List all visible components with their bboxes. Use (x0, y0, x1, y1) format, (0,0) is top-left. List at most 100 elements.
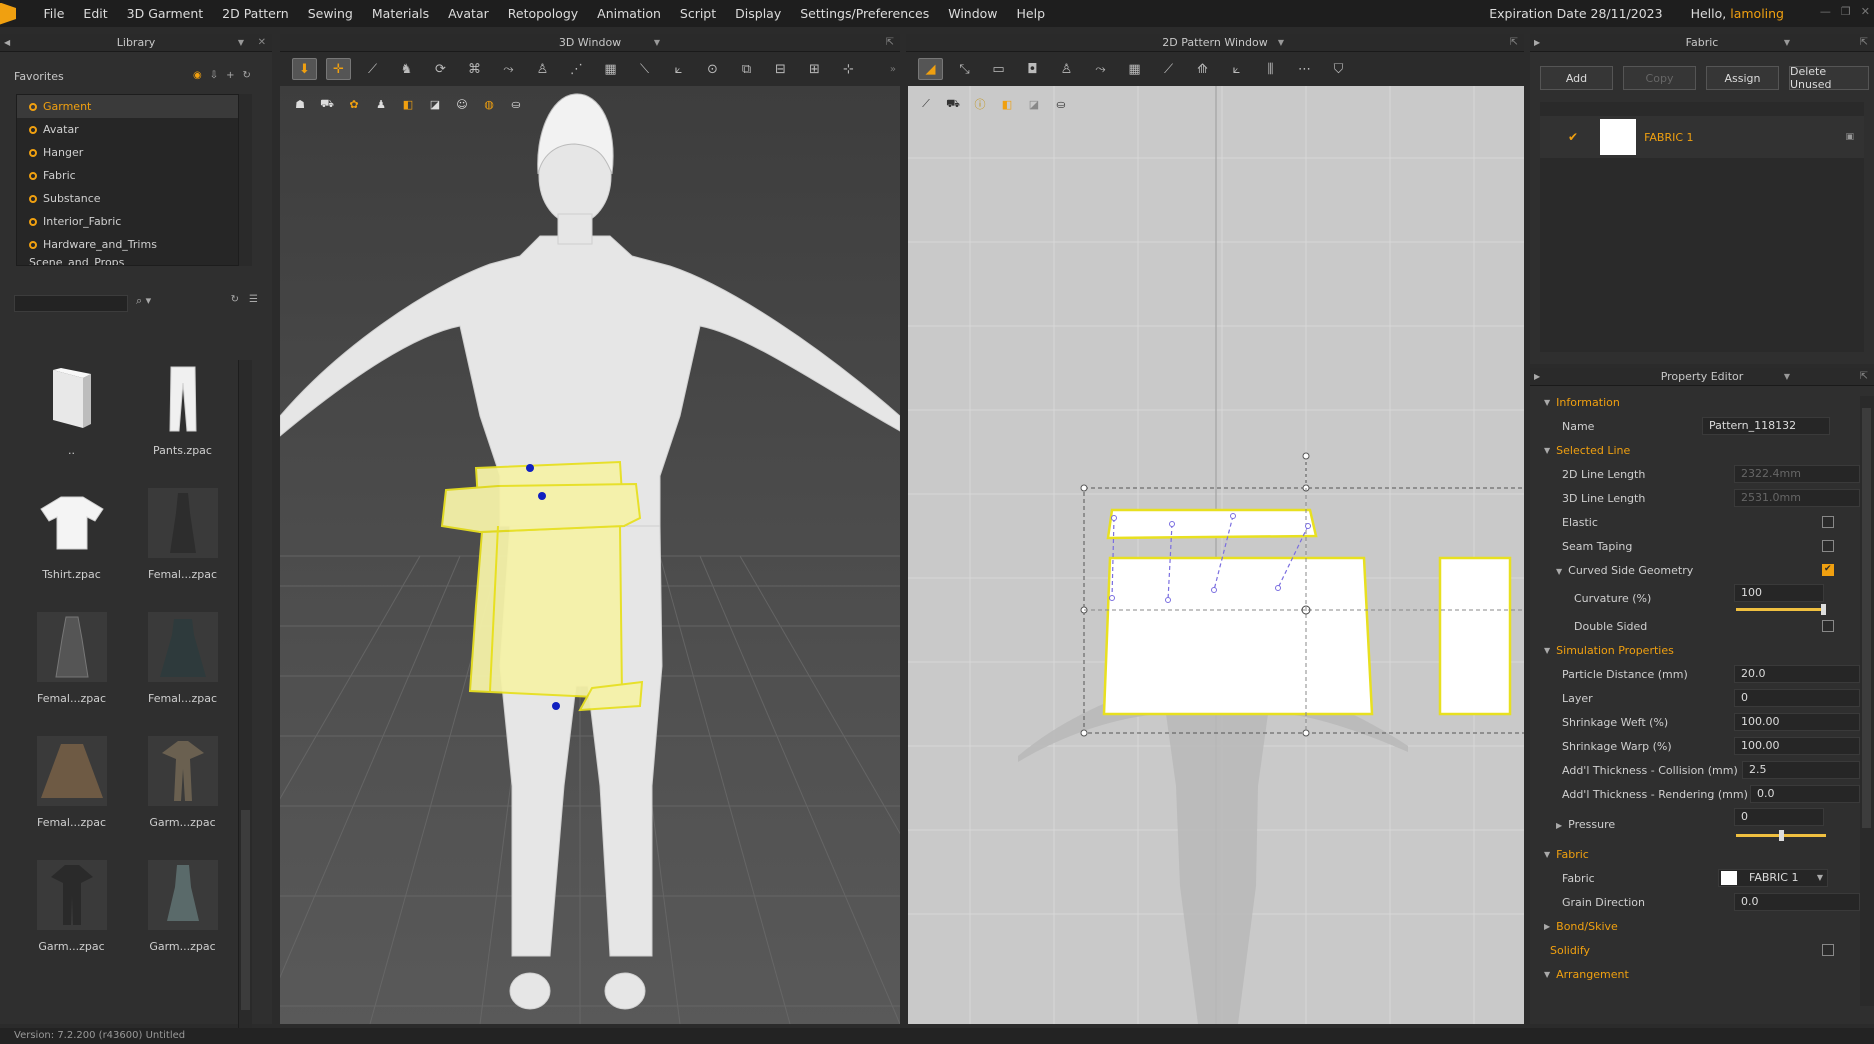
menu-avatar[interactable]: Avatar (439, 6, 499, 21)
thickness-collision-field[interactable]: 2.5 (1742, 761, 1860, 779)
favorite-fabric[interactable]: Fabric (17, 164, 251, 187)
thumb-female-3[interactable]: Femal...zpac (127, 612, 238, 712)
thumb-female-1[interactable]: Femal...zpac (127, 488, 238, 588)
name-field[interactable]: Pattern_118132 (1702, 417, 1830, 435)
scrollbar-thumb[interactable] (1862, 408, 1871, 828)
favorite-garment[interactable]: Garment (17, 95, 251, 118)
line-tool-icon[interactable]: ⟍ (632, 58, 657, 80)
seam-taping-checkbox[interactable] (1822, 540, 1834, 552)
edit-pattern-icon[interactable]: ⤡ (952, 58, 977, 80)
expand-icon[interactable]: ▶ (1556, 821, 1562, 830)
favorite-interior-fabric[interactable]: Interior_Fabric (17, 210, 251, 233)
show-info-icon[interactable]: ⓘ (970, 94, 990, 114)
show-stitch-icon[interactable]: ◪ (1024, 94, 1044, 114)
favorites-scrollbar[interactable] (238, 94, 252, 266)
section-fabric[interactable]: ▼ Fabric (1530, 842, 1860, 866)
grid-pattern-icon[interactable]: ▦ (1122, 58, 1147, 80)
favorite-icon[interactable]: ◉ (193, 70, 202, 81)
elastic-checkbox[interactable] (1822, 516, 1834, 528)
menu-edit[interactable]: Edit (74, 6, 117, 21)
segment-sewing-icon[interactable]: ⤳ (1088, 58, 1113, 80)
internal-shape-icon[interactable]: ◘ (1020, 58, 1045, 80)
scrollbar-thumb[interactable] (241, 810, 250, 1010)
shrinkage-weft-field[interactable]: 100.00 (1734, 713, 1860, 731)
thumb-parent-folder[interactable]: .. (16, 364, 127, 464)
fold-arrangement-icon[interactable]: ♞ (394, 58, 419, 80)
delete-unused-button[interactable]: Delete Unused (1789, 65, 1869, 91)
tape-icon[interactable]: ⊟ (768, 58, 793, 80)
snapshot-icon[interactable]: ⛀ (506, 94, 526, 114)
chevron-down-icon[interactable]: ▼ (1784, 38, 1790, 47)
particle-distance-field[interactable]: 20.0 (1734, 665, 1860, 683)
display-shading-icon[interactable]: ◪ (425, 94, 445, 114)
transform-pattern-icon[interactable]: ◢ (918, 58, 943, 80)
chevron-down-icon[interactable]: ▼ (1278, 38, 1284, 47)
menu-script[interactable]: Script (670, 6, 725, 21)
minimize-icon[interactable]: — (1820, 5, 1831, 18)
panel-pin-icon[interactable]: ◀ (4, 38, 10, 47)
select-move-icon[interactable]: ⬇ (292, 58, 317, 80)
favorite-substance[interactable]: Substance (17, 187, 251, 210)
layer-field[interactable]: 0 (1734, 689, 1860, 707)
solidify-checkbox[interactable] (1822, 944, 1834, 956)
thumb-pants[interactable]: Pants.zpac (127, 364, 238, 464)
zipper-icon[interactable]: ⧉ (734, 58, 759, 80)
avatar-silhouette-icon[interactable]: ♙ (1054, 58, 1079, 80)
list-view-icon[interactable]: ☰ (249, 294, 258, 305)
menu-2d-pattern[interactable]: 2D Pattern (213, 6, 299, 21)
snapshot-icon[interactable]: ⛀ (1051, 94, 1071, 114)
section-information[interactable]: ▼ Information (1530, 390, 1860, 414)
assign-fabric-button[interactable]: Assign (1706, 66, 1779, 90)
undock-icon[interactable]: ⇱ (1860, 371, 1868, 382)
undock-icon[interactable]: ⇱ (886, 37, 894, 48)
tshirt-tool-icon[interactable]: ⛉ (1326, 58, 1351, 80)
close-icon[interactable]: ✕ (1861, 5, 1870, 18)
thumb-tshirt[interactable]: Tshirt.zpac (16, 488, 127, 588)
seam-line-icon[interactable]: ⟋ (1156, 58, 1181, 80)
panel-pin-icon[interactable]: ▶ (1534, 38, 1540, 47)
double-sided-checkbox[interactable] (1822, 620, 1834, 632)
thumb-garment-1[interactable]: Garm...zpac (127, 736, 238, 836)
display-head-icon[interactable]: ☺ (452, 94, 472, 114)
display-avatar-gray-icon[interactable]: ♟ (371, 94, 391, 114)
menu-animation[interactable]: Animation (588, 6, 671, 21)
pin-tool-icon[interactable]: ⟋ (360, 58, 385, 80)
avatar-tool-icon[interactable]: ♙ (530, 58, 555, 80)
tape-line-icon[interactable]: ⋯ (1292, 58, 1317, 80)
pattern-line-icon[interactable]: ⊹ (836, 58, 861, 80)
rectangle-icon[interactable]: ▭ (986, 58, 1011, 80)
menu-retopology[interactable]: Retopology (498, 6, 587, 21)
library-search-input[interactable] (14, 295, 128, 312)
chevron-down-icon[interactable]: ▼ (1784, 372, 1790, 381)
display-globe-icon[interactable]: ◍ (479, 94, 499, 114)
arrange-icon[interactable]: ⌘ (462, 58, 487, 80)
fold-icon[interactable]: ⟰ (1190, 58, 1215, 80)
menu-help[interactable]: Help (1007, 6, 1055, 21)
favorite-avatar[interactable]: Avatar (17, 118, 251, 141)
grain-direction-field[interactable]: 0.0 (1734, 893, 1860, 911)
section-selected-line[interactable]: ▼ Selected Line (1530, 438, 1860, 462)
panel-pin-icon[interactable]: ▶ (1534, 372, 1540, 381)
2d-viewport[interactable]: ⟋ ⛟ ⓘ ◧ ◪ ⛀ (908, 86, 1524, 1024)
undock-icon[interactable]: ⇱ (1860, 37, 1868, 48)
thumb-female-4[interactable]: Femal...zpac (16, 736, 127, 836)
thickness-rendering-field[interactable]: 0.0 (1750, 785, 1860, 803)
show-texture-icon[interactable]: ◧ (997, 94, 1017, 114)
thumb-garment-2[interactable]: Garm...zpac (16, 860, 127, 960)
section-solidify[interactable]: Solidify (1530, 938, 1860, 962)
shrinkage-warp-field[interactable]: 100.00 (1734, 737, 1860, 755)
display-texture-icon[interactable]: ◧ (398, 94, 418, 114)
fabric-select[interactable]: FABRIC 1 ▼ (1718, 869, 1828, 887)
menu-file[interactable]: File (34, 6, 74, 21)
thumb-female-2[interactable]: Femal...zpac (16, 612, 127, 712)
edit-icon[interactable]: ▣ (1845, 132, 1854, 142)
button-tool-icon[interactable]: ⊙ (700, 58, 725, 80)
dart-icon[interactable]: ⟀ (1224, 58, 1249, 80)
display-avatar-icon[interactable]: ☗ (290, 94, 310, 114)
import-icon[interactable]: ⇩ (210, 70, 218, 81)
menu-sewing[interactable]: Sewing (298, 6, 362, 21)
pleat-icon[interactable]: ⫼ (1258, 58, 1283, 80)
chevron-down-icon[interactable]: ▼ (238, 38, 244, 47)
curvature-field[interactable]: 100 (1734, 584, 1824, 602)
display-fabric-icon[interactable]: ✿ (344, 94, 364, 114)
